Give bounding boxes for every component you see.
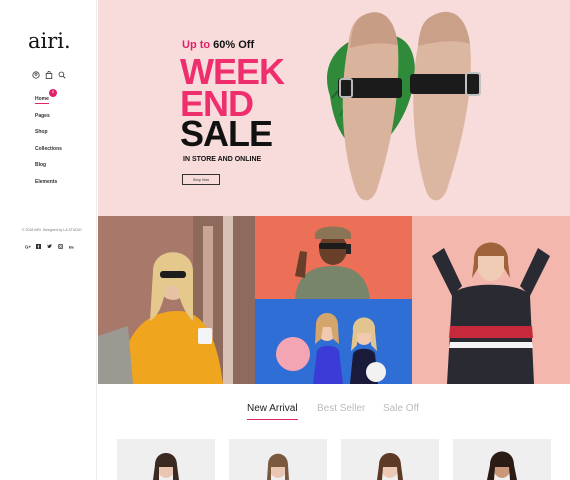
header-icons: 0: [32, 66, 66, 97]
nav-item-collections[interactable]: Collections: [35, 146, 62, 163]
account-icon[interactable]: [32, 66, 40, 79]
behance-icon[interactable]: Be: [69, 236, 75, 249]
nav-item-label: Blog: [35, 162, 47, 168]
facebook-icon[interactable]: f: [36, 236, 41, 250]
model-phone-call-image[interactable]: [255, 216, 412, 299]
main-nav: Home Pages Shop Collections Blog Element…: [35, 96, 62, 195]
nav-item-pages[interactable]: Pages: [35, 113, 62, 130]
product-image: [229, 439, 327, 480]
svg-text:Be: Be: [69, 244, 75, 249]
google-plus-icon[interactable]: G+: [25, 236, 32, 250]
social-links: G+ f Be: [25, 236, 75, 250]
shop-now-button[interactable]: Shop Now: [182, 174, 220, 185]
product-image: [453, 439, 551, 480]
nav-item-blog[interactable]: Blog: [35, 162, 62, 179]
model-striped-sweater-image[interactable]: [412, 216, 570, 384]
hero-subtitle: IN STORE AND ONLINE: [183, 156, 262, 163]
nav-item-label: Pages: [35, 112, 50, 119]
cart-icon[interactable]: 0: [45, 66, 57, 97]
hero-shoes-image: [327, 11, 481, 201]
svg-text:G+: G+: [25, 245, 31, 250]
hero-banner: Up to 60% Off WEEK END SALE IN STORE AND…: [98, 0, 570, 216]
nav-item-label: Shop: [35, 129, 48, 135]
hero-title-line3: SALE: [180, 113, 273, 154]
tab-sale-off[interactable]: Sale Off: [383, 403, 419, 414]
copyright-text: © 2018 AIRI. Designed by LA STUDIO: [22, 228, 82, 232]
instagram-icon[interactable]: [58, 236, 63, 249]
search-icon[interactable]: [58, 66, 66, 79]
twitter-icon[interactable]: [47, 236, 52, 248]
product-card[interactable]: [341, 439, 439, 480]
kids-balloons-image[interactable]: [255, 299, 412, 384]
product-image: [117, 439, 215, 480]
sidebar: airi. 0 Home Pages Shop Collections Blog…: [0, 0, 97, 480]
tab-best-seller[interactable]: Best Seller: [317, 403, 365, 414]
product-card[interactable]: [453, 439, 551, 480]
nav-item-label: Home: [35, 96, 49, 104]
product-card[interactable]: [229, 439, 327, 480]
nav-item-label: Elements: [35, 178, 58, 185]
tab-new-arrival[interactable]: New Arrival: [247, 403, 298, 420]
model-yellow-hoodie-image[interactable]: [98, 216, 255, 384]
nav-item-shop[interactable]: Shop: [35, 129, 62, 146]
hero-discount: Up to 60% Off: [182, 39, 254, 51]
product-card[interactable]: [117, 439, 215, 480]
nav-item-label: Collections: [35, 145, 62, 152]
product-image: [341, 439, 439, 480]
hero-discount-prefix: Up to: [182, 39, 214, 51]
logo[interactable]: airi.: [28, 29, 71, 53]
nav-item-elements[interactable]: Elements: [35, 179, 62, 196]
nav-item-home[interactable]: Home: [35, 96, 62, 113]
hero-discount-value: 60% Off: [213, 39, 255, 51]
